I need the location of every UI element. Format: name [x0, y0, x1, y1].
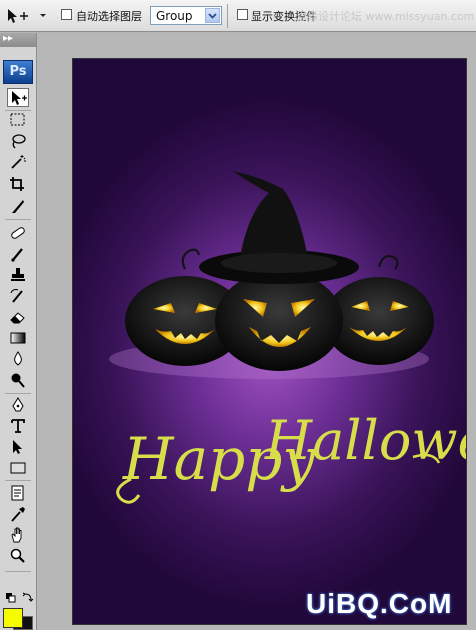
- auto-select-checkbox[interactable]: [61, 9, 72, 20]
- zoom-icon[interactable]: [7, 547, 29, 566]
- center-pumpkin-with-hat: [199, 171, 359, 371]
- rectangular-marquee-icon[interactable]: [7, 111, 29, 130]
- magic-wand-icon[interactable]: [7, 153, 29, 172]
- path-selection-icon[interactable]: [7, 438, 29, 457]
- tool-preset-picker[interactable]: [6, 7, 46, 25]
- gradient-icon[interactable]: [7, 329, 29, 348]
- toolbox-divider: [5, 480, 31, 481]
- blur-icon[interactable]: [7, 350, 29, 369]
- eraser-icon[interactable]: [7, 308, 29, 327]
- type-icon[interactable]: [7, 417, 29, 436]
- options-bar: 自动选择图层 Group 显示变换控件 思缘设计论坛 www.missyuan.…: [0, 0, 476, 32]
- dodge-icon[interactable]: [7, 371, 29, 390]
- toolbox: ▸▸ Ps: [0, 33, 37, 630]
- rectangle-shape-icon[interactable]: [7, 459, 29, 478]
- site-watermark: UiBQ.CoM: [306, 588, 453, 619]
- toolbox-divider: [5, 571, 31, 572]
- photoshop-logo[interactable]: Ps: [3, 60, 33, 84]
- move-tool-icon: [8, 9, 46, 23]
- toolbox-divider: [5, 219, 31, 220]
- healing-brush-icon[interactable]: [7, 224, 29, 243]
- default-colors-icon[interactable]: [3, 590, 34, 604]
- watermark-top: 思缘设计论坛 www.missyuan.com: [296, 10, 475, 23]
- clone-stamp-icon[interactable]: [7, 266, 29, 285]
- lasso-icon[interactable]: [7, 132, 29, 151]
- brush-icon[interactable]: [7, 245, 29, 264]
- toolbox-grip[interactable]: ▸▸: [0, 33, 36, 47]
- options-separator: [227, 4, 228, 28]
- auto-select-dropdown[interactable]: Group: [150, 6, 222, 25]
- auto-select-label: 自动选择图层: [76, 10, 142, 23]
- eyedropper-icon[interactable]: [7, 505, 29, 524]
- happy-halloween-text: Happy Halloween: [116, 409, 466, 504]
- hand-icon[interactable]: [7, 526, 29, 545]
- show-transform-checkbox[interactable]: [237, 9, 248, 20]
- foreground-color-swatch[interactable]: [3, 608, 23, 628]
- headline-word-2: Halloween: [264, 409, 466, 472]
- notes-icon[interactable]: [7, 484, 29, 503]
- halloween-artwork: Happy Halloween: [109, 171, 466, 504]
- toolbox-divider: [5, 393, 31, 394]
- auto-select-value: Group: [156, 9, 193, 23]
- crop-icon[interactable]: [7, 175, 29, 194]
- pen-icon[interactable]: [7, 396, 29, 415]
- document-canvas[interactable]: Happy Halloween: [72, 58, 467, 625]
- history-brush-icon[interactable]: [7, 287, 29, 306]
- slice-icon[interactable]: [7, 197, 29, 216]
- chevron-down-icon[interactable]: [205, 8, 220, 23]
- move-tool-icon[interactable]: [7, 88, 29, 107]
